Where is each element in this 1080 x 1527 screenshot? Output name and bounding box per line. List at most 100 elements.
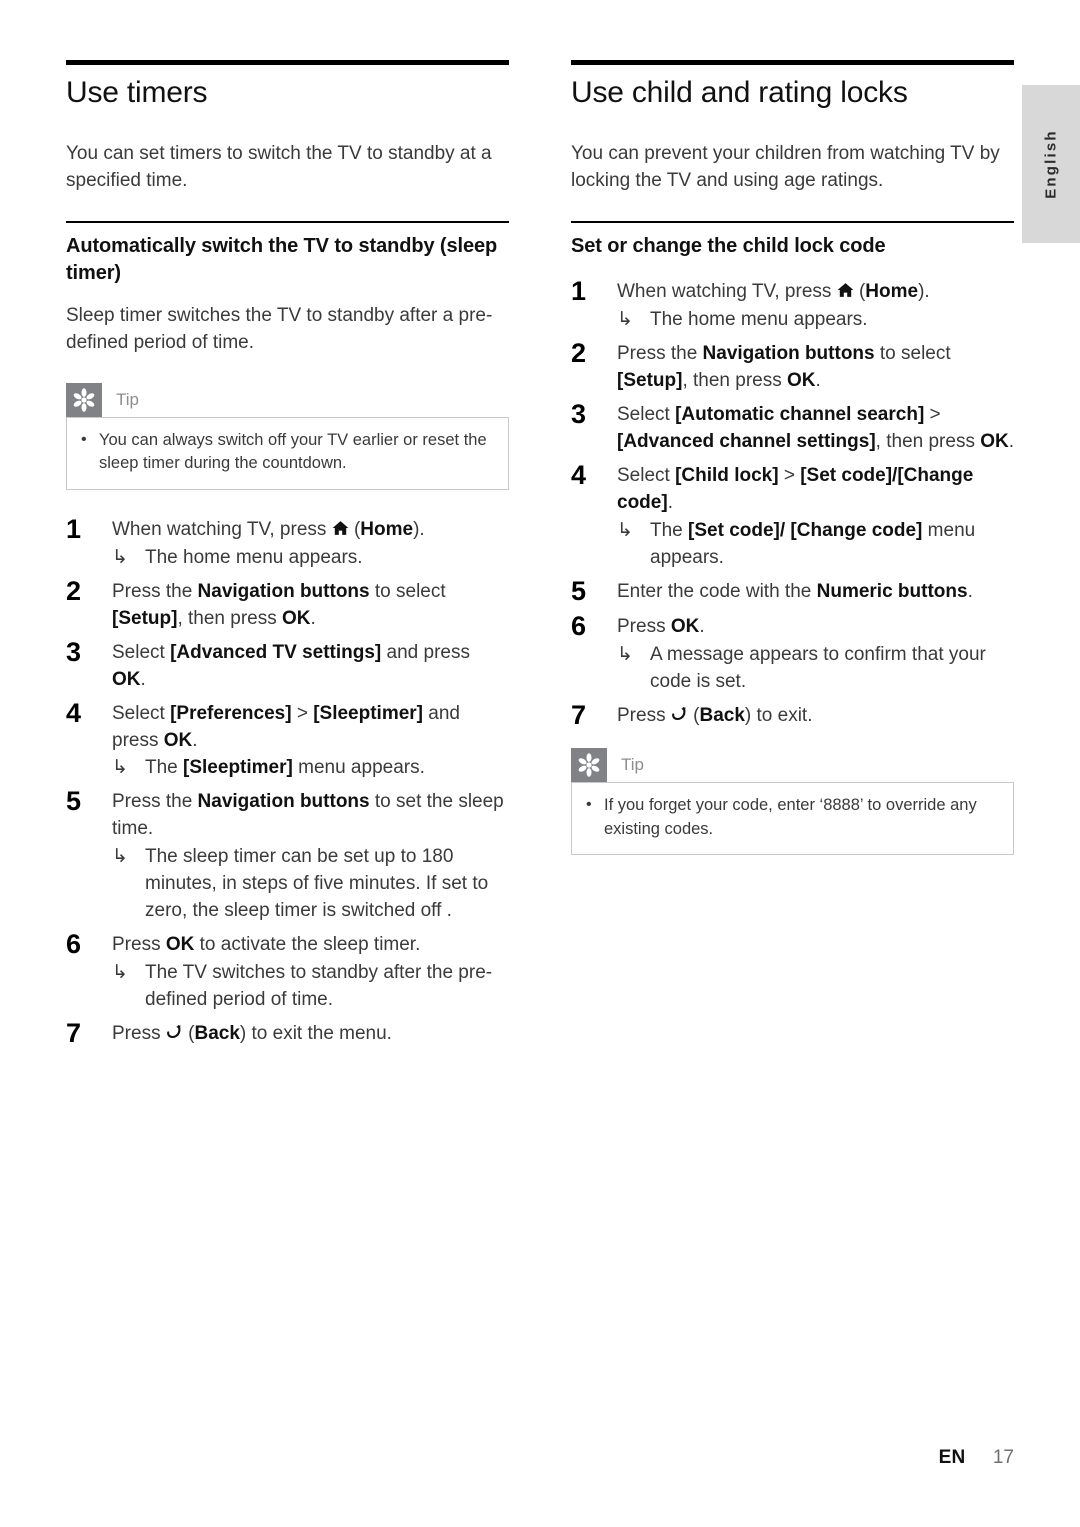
plain-text: . bbox=[967, 580, 973, 602]
step-item: 4 Select [Child lock] > [Set code]/[Chang… bbox=[571, 460, 1014, 572]
plain-text: Select bbox=[112, 641, 171, 663]
step-item: 1 When watching TV, press (Home). ↳ The hom… bbox=[571, 276, 1014, 334]
emphasis-text: [Child lock] bbox=[675, 464, 779, 486]
tip-header-left: Tip bbox=[66, 382, 509, 417]
plain-text: . bbox=[140, 668, 146, 690]
step-content: Press OK to activate the sleep timer. ↳ Th… bbox=[112, 929, 509, 1014]
plain-text: ). bbox=[413, 518, 425, 540]
step-item: 5 Press the Navigation buttons to set the… bbox=[66, 786, 509, 925]
back-arrow-icon bbox=[671, 706, 688, 722]
plain-text: . bbox=[1008, 430, 1015, 452]
step-text: Press the Navigation buttons to select [… bbox=[112, 579, 509, 633]
section-rule-top-left bbox=[66, 60, 509, 65]
substep-text: The home menu appears. bbox=[650, 307, 1014, 334]
plain-text: menu appears. bbox=[292, 757, 425, 779]
emphasis-text: [Advanced TV settings] bbox=[170, 641, 382, 663]
emphasis-text: Home bbox=[360, 518, 414, 540]
substep: ↳ The sleep timer can be set up to 180 mi… bbox=[112, 844, 509, 925]
step-content: Press the Navigation buttons to select [… bbox=[617, 338, 1014, 395]
step-number: 1 bbox=[66, 513, 81, 544]
left-intro-paragraph: You can set timers to switch the TV to s… bbox=[66, 143, 492, 191]
emphasis-text: [Setup] bbox=[617, 369, 683, 391]
step-content: Press the Navigation buttons to set the … bbox=[112, 786, 509, 925]
tip-list-item: • If you forget your code, enter ‘8888’ … bbox=[586, 794, 999, 841]
step-text: Press the Navigation buttons to select [… bbox=[617, 341, 1014, 395]
substep-text: The sleep timer can be set up to 180 min… bbox=[145, 844, 509, 925]
home-icon bbox=[837, 282, 854, 298]
plain-text: > bbox=[778, 464, 801, 486]
emphasis-text: [Sleeptimer] bbox=[183, 757, 293, 779]
plain-text: . bbox=[699, 616, 705, 638]
emphasis-text: OK bbox=[282, 607, 311, 629]
emphasis-text: Numeric buttons bbox=[816, 580, 968, 602]
bullet-icon: • bbox=[586, 796, 592, 814]
step-number: 2 bbox=[66, 575, 81, 606]
emphasis-text: OK bbox=[163, 729, 193, 751]
substep: ↳ The [Sleeptimer] menu appears. bbox=[112, 755, 509, 782]
emphasis-text: Home bbox=[865, 280, 919, 302]
step-number: 1 bbox=[571, 275, 586, 306]
right-column: Use child and rating locks You can preve… bbox=[571, 60, 1014, 879]
step-text: Press (Back) to exit the menu. bbox=[112, 1021, 509, 1048]
step-item: 3 Select [Advanced TV settings] and press… bbox=[66, 637, 509, 694]
step-item: 2 Press the Navigation buttons to select … bbox=[66, 576, 509, 633]
page-title-left: Use timers bbox=[66, 76, 208, 109]
plain-text: A message appears to confirm that your c… bbox=[650, 644, 986, 693]
step-item: 6 Press OK. ↳ A message appears to confirm … bbox=[571, 611, 1014, 696]
emphasis-text: [Set code]/ [Change code] bbox=[688, 519, 923, 541]
step-number: 6 bbox=[571, 611, 586, 642]
substep-text: The TV switches to standby after the pre… bbox=[145, 960, 509, 1014]
footer-language-code: EN bbox=[938, 1447, 966, 1468]
step-content: Press (Back) to exit. bbox=[617, 700, 1014, 730]
emphasis-text: Back bbox=[194, 1023, 240, 1045]
substep-arrow-icon: ↳ bbox=[112, 757, 128, 779]
step-number: 3 bbox=[66, 636, 81, 667]
step-content: Select [Preferences] > [Sleeptimer] and … bbox=[112, 698, 509, 783]
step-content: Press (Back) to exit the menu. bbox=[112, 1018, 509, 1048]
substep-arrow-icon: ↳ bbox=[112, 546, 128, 568]
emphasis-text: OK bbox=[787, 369, 816, 391]
step-number: 2 bbox=[571, 337, 586, 368]
plain-text: Press bbox=[112, 1023, 166, 1045]
step-item: 2 Press the Navigation buttons to select … bbox=[571, 338, 1014, 395]
step-text: Select [Automatic channel search] > [Adv… bbox=[617, 402, 1014, 456]
substep: ↳ The home menu appears. bbox=[112, 545, 509, 572]
plain-text: The bbox=[650, 519, 689, 541]
emphasis-text: [Advanced channel settings] bbox=[617, 430, 876, 452]
step-text: Press OK. bbox=[617, 614, 1014, 641]
tip-box-left: Tip • You can always switch off your TV … bbox=[66, 382, 509, 490]
emphasis-text: Navigation buttons bbox=[197, 580, 370, 602]
step-item: 1 When watching TV, press (Home). ↳ The hom… bbox=[66, 514, 509, 572]
plain-text: Press bbox=[112, 934, 166, 956]
plain-text: Select bbox=[617, 464, 676, 486]
step-content: Press the Navigation buttons to select [… bbox=[112, 576, 509, 633]
plain-text: to select bbox=[369, 580, 446, 602]
emphasis-text: Navigation buttons bbox=[702, 342, 875, 364]
step-number: 5 bbox=[66, 786, 81, 817]
emphasis-text: [Setup] bbox=[112, 607, 178, 629]
substep-arrow-icon: ↳ bbox=[617, 519, 633, 541]
right-intro-paragraph: You can prevent your children from watch… bbox=[571, 143, 1000, 191]
step-content: When watching TV, press (Home). ↳ The home… bbox=[617, 276, 1014, 334]
left-steps-list: 1 When watching TV, press (Home). ↳ The hom… bbox=[66, 514, 509, 1050]
subsection-rule-right bbox=[571, 220, 1014, 223]
plain-text: When watching TV, press bbox=[112, 518, 332, 540]
language-tab: English bbox=[1022, 85, 1080, 243]
section-rule-top-right bbox=[571, 60, 1014, 65]
home-icon bbox=[332, 520, 349, 536]
emphasis-text: Navigation buttons bbox=[197, 791, 370, 813]
plain-text: ) to exit the menu. bbox=[239, 1023, 392, 1045]
substep: ↳ The home menu appears. bbox=[617, 307, 1014, 334]
left-subsection-title: Automatically switch the TV to standby (… bbox=[66, 234, 498, 284]
step-number: 5 bbox=[571, 575, 586, 606]
step-item: 4 Select [Preferences] > [Sleeptimer] and… bbox=[66, 698, 509, 783]
substep-text: The [Set code]/ [Change code] menu appea… bbox=[650, 518, 1014, 572]
plain-text: to activate the sleep timer. bbox=[194, 934, 421, 956]
bullet-icon: • bbox=[81, 430, 87, 448]
plain-text: Select bbox=[617, 403, 676, 425]
step-number: 7 bbox=[66, 1018, 81, 1049]
asterisk-flower-icon bbox=[571, 748, 607, 783]
substep: ↳ A message appears to confirm that your … bbox=[617, 642, 1014, 696]
page-title-right: Use child and rating locks bbox=[571, 76, 908, 109]
substep-text: A message appears to confirm that your c… bbox=[650, 642, 1014, 696]
